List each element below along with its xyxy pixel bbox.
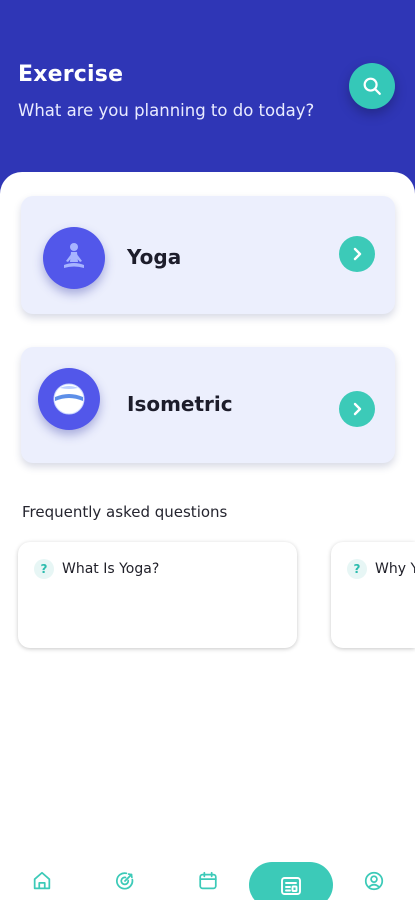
question-mark-icon: ?: [347, 559, 367, 579]
nav-calendar[interactable]: [196, 869, 220, 893]
page-title: Exercise: [18, 62, 124, 87]
chevron-right-icon: [353, 247, 362, 261]
page-subtitle: What are you planning to do today?: [18, 101, 315, 120]
target-icon: [116, 872, 134, 890]
isometric-arrow-button[interactable]: [339, 391, 375, 427]
faq-card[interactable]: ? Why Y: [331, 542, 415, 648]
isometric-label: Isometric: [127, 392, 233, 416]
home-icon: [33, 871, 51, 890]
yoga-label: Yoga: [127, 245, 182, 269]
header: Exercise What are you planning to do tod…: [0, 0, 415, 200]
search-icon: [363, 77, 381, 95]
nav-goals[interactable]: [113, 869, 137, 893]
isometric-icon-circle: [38, 368, 100, 430]
faq-card[interactable]: ? What Is Yoga?: [18, 542, 297, 648]
nav-home[interactable]: [30, 869, 54, 893]
nav-exercise[interactable]: [249, 862, 333, 900]
exercise-list-icon: [281, 877, 301, 895]
profile-icon: [364, 871, 384, 891]
yoga-card[interactable]: Yoga: [21, 196, 395, 314]
faq-question: Why Y: [375, 561, 415, 577]
yoga-icon-circle: [43, 227, 105, 289]
search-button[interactable]: [349, 63, 395, 109]
nav-profile[interactable]: [362, 869, 386, 893]
yoga-pose-icon: [64, 243, 84, 268]
ball-icon: [53, 383, 85, 415]
chevron-right-icon: [353, 402, 362, 416]
isometric-card[interactable]: Isometric: [21, 347, 395, 463]
content-panel: Yoga Isometric Frequently asked question…: [0, 172, 415, 900]
faq-question: What Is Yoga?: [62, 561, 160, 577]
yoga-arrow-button[interactable]: [339, 236, 375, 272]
faq-heading: Frequently asked questions: [22, 503, 228, 521]
calendar-icon: [199, 871, 217, 890]
question-mark-icon: ?: [34, 559, 54, 579]
bottom-nav: [0, 855, 415, 900]
